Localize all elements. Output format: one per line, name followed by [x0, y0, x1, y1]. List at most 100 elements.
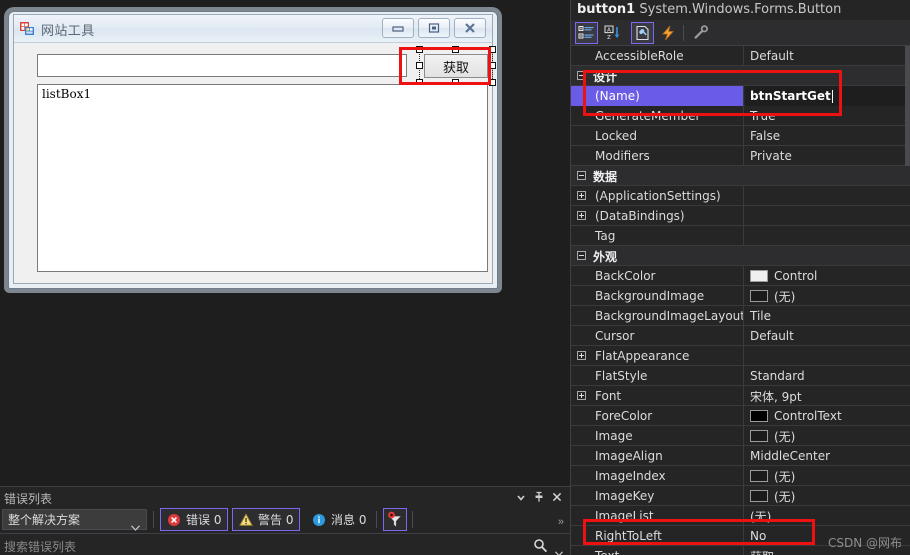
property-name[interactable]: Tag [571, 226, 744, 246]
property-row[interactable]: Font 宋体, 9pt [571, 386, 910, 406]
property-row[interactable]: Image (无) [571, 426, 910, 446]
messages-filter-button[interactable]: 消息 0 [306, 508, 372, 531]
property-row[interactable]: ImageAlign MiddleCenter [571, 446, 910, 466]
property-row[interactable]: Tag [571, 226, 910, 246]
form-maximize-button[interactable] [418, 18, 450, 38]
form-close-button[interactable] [454, 18, 486, 38]
property-value[interactable]: True [745, 106, 910, 126]
search-icon[interactable] [533, 538, 548, 555]
selection-handle[interactable] [416, 46, 423, 53]
property-name[interactable]: AccessibleRole [571, 46, 744, 66]
property-category-row[interactable]: 外观 [571, 246, 910, 266]
selection-handle[interactable] [489, 46, 496, 53]
property-name[interactable]: ImageList [571, 506, 744, 526]
property-value[interactable]: btnStartGet [745, 86, 910, 106]
property-row[interactable]: ImageKey (无) [571, 486, 910, 506]
property-name[interactable]: GenerateMember [571, 106, 744, 126]
property-row[interactable]: Cursor Default [571, 326, 910, 346]
property-row[interactable]: BackgroundImage (无) [571, 286, 910, 306]
property-value[interactable]: Default [745, 326, 910, 346]
property-name[interactable]: Image [571, 426, 744, 446]
listbox-control[interactable]: listBox1 [37, 84, 488, 272]
property-name[interactable]: ForeColor [571, 406, 744, 426]
property-row[interactable]: AccessibleRole Default [571, 46, 910, 66]
property-value[interactable]: Control [745, 266, 910, 286]
property-value[interactable]: Tile [745, 306, 910, 326]
property-value[interactable] [745, 346, 910, 366]
property-row[interactable]: (DataBindings) [571, 206, 910, 226]
property-name[interactable]: ImageKey [571, 486, 744, 506]
url-textbox[interactable] [37, 54, 407, 77]
property-value[interactable]: 宋体, 9pt [745, 386, 910, 406]
error-search-input[interactable]: 搜索错误列表 [4, 538, 76, 555]
filter-button[interactable] [383, 508, 407, 531]
form-designer-surface[interactable]: 网站工具 获取 listBox1 [0, 0, 570, 486]
panel-pin-button[interactable] [532, 490, 546, 504]
scope-dropdown[interactable]: 整个解决方案 [2, 509, 147, 531]
property-row[interactable]: Text获取 [571, 546, 910, 555]
property-value[interactable]: 获取 [745, 546, 910, 555]
property-value[interactable]: False [745, 126, 910, 146]
property-name[interactable]: (ApplicationSettings) [571, 186, 744, 206]
property-name[interactable]: Text [571, 546, 744, 555]
property-name[interactable]: (DataBindings) [571, 206, 744, 226]
property-grid[interactable]: AccessibleRole Default 设计 (Name) btnStartGet… [571, 46, 910, 555]
search-options-chevron-icon[interactable] [555, 544, 563, 555]
property-value[interactable]: (无) [745, 466, 910, 486]
panel-close-button[interactable] [550, 490, 564, 504]
property-name[interactable]: Cursor [571, 326, 744, 346]
property-name[interactable]: BackgroundImage [571, 286, 744, 306]
panel-dropdown-button[interactable] [514, 490, 528, 504]
property-row[interactable]: GenerateMember True [571, 106, 910, 126]
property-name[interactable]: FlatStyle [571, 366, 744, 386]
property-name[interactable]: RightToLeft [571, 526, 744, 546]
windows-form-preview[interactable]: 网站工具 获取 listBox1 [8, 11, 498, 289]
collapse-icon[interactable] [577, 171, 586, 180]
selection-handle[interactable] [489, 62, 496, 69]
property-row[interactable]: BackgroundImageLayout Tile [571, 306, 910, 326]
property-value[interactable]: No [745, 526, 910, 546]
property-name[interactable]: BackgroundImageLayout [571, 306, 744, 326]
events-page-button[interactable] [657, 22, 680, 44]
property-name[interactable]: ImageIndex [571, 466, 744, 486]
property-value[interactable]: Default [745, 46, 910, 66]
property-pages-button[interactable] [689, 22, 712, 44]
property-name[interactable]: (Name) [571, 86, 744, 106]
alphabetical-sort-button[interactable]: A Z [601, 22, 624, 44]
property-value[interactable] [745, 206, 910, 226]
property-value[interactable]: Private [745, 146, 910, 166]
property-row[interactable]: FlatAppearance [571, 346, 910, 366]
property-value[interactable]: Standard [745, 366, 910, 386]
property-row[interactable]: ImageIndex (无) [571, 466, 910, 486]
property-row[interactable]: (Name) btnStartGet [571, 86, 910, 106]
property-row[interactable]: Modifiers Private [571, 146, 910, 166]
collapse-icon[interactable] [577, 251, 586, 260]
property-name[interactable]: BackColor [571, 266, 744, 286]
properties-page-button[interactable] [631, 22, 654, 44]
property-name[interactable]: Locked [571, 126, 744, 146]
property-grid-scrollbar[interactable] [905, 46, 910, 166]
property-row[interactable]: ImageList (无) [571, 506, 910, 526]
warnings-filter-button[interactable]: 警告 0 [232, 508, 301, 531]
property-name[interactable]: ImageAlign [571, 446, 744, 466]
get-button[interactable]: 获取 [424, 54, 488, 78]
property-row[interactable]: FlatStyle Standard [571, 366, 910, 386]
form-minimize-button[interactable] [382, 18, 414, 38]
property-value[interactable]: ControlText [745, 406, 910, 426]
property-value[interactable]: (无) [745, 286, 910, 306]
property-name[interactable]: FlatAppearance [571, 346, 744, 366]
property-value[interactable]: MiddleCenter [745, 446, 910, 466]
property-value[interactable] [745, 186, 910, 206]
errors-filter-button[interactable]: 错误 0 [160, 508, 229, 531]
selection-handle[interactable] [416, 62, 423, 69]
property-category-row[interactable]: 数据 [571, 166, 910, 186]
property-row[interactable]: Locked False [571, 126, 910, 146]
property-row[interactable]: (ApplicationSettings) [571, 186, 910, 206]
property-name[interactable]: Font [571, 386, 744, 406]
toolbar-overflow-button[interactable]: » [558, 516, 565, 528]
property-value[interactable]: (无) [745, 486, 910, 506]
property-row[interactable]: RightToLeft No [571, 526, 910, 546]
selection-handle[interactable] [489, 79, 496, 86]
error-search-row[interactable]: 搜索错误列表 [0, 533, 570, 555]
property-value[interactable]: (无) [745, 426, 910, 446]
